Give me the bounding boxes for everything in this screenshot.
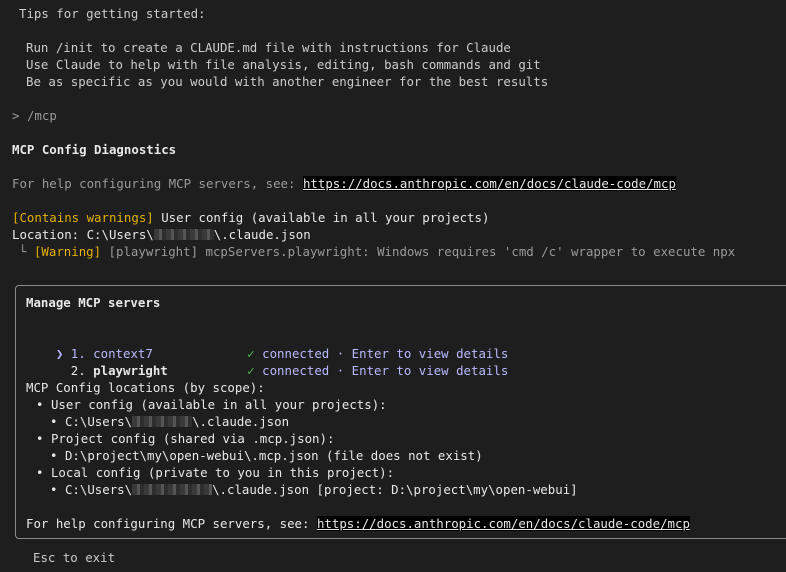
location-suffix: \.claude.json xyxy=(213,227,311,242)
scope-user-label: • User config (available in all your pro… xyxy=(36,396,387,413)
redacted-username xyxy=(153,229,214,240)
diagnostics-help-text: For help configuring MCP servers, see: xyxy=(12,176,303,191)
locations-heading: MCP Config locations (by scope): xyxy=(26,380,265,395)
path-suffix: \.claude.json xyxy=(192,414,290,429)
diagnostics-help-line: For help configuring MCP servers, see: h… xyxy=(12,175,676,192)
check-icon: ✓ xyxy=(247,363,255,378)
scope-user-path: • C:\Users\ \.claude.json xyxy=(50,413,289,430)
scope-local-path: • C:\Users\ \.claude.json [project: D:\pr… xyxy=(50,481,578,498)
server-item-context7[interactable]: ❯ 1. context7 ✓ connected · Enter to view… xyxy=(26,328,508,361)
scope-label: Project config (shared via .mcp.json): xyxy=(50,431,335,446)
separator: · xyxy=(336,363,345,378)
tree-branch-icon: └ xyxy=(19,244,27,259)
prompt-chevron-icon: > xyxy=(12,108,20,123)
warning-item-text: [playwright] mcpServers.playwright: Wind… xyxy=(101,244,736,259)
path-prefix: C:\Users\ xyxy=(64,414,133,429)
scope-label: User config (available in all your proje… xyxy=(50,397,387,412)
location-line: Location: C:\Users\ \.claude.json xyxy=(12,226,311,243)
diagnostics-title: MCP Config Diagnostics xyxy=(12,142,177,157)
server-item-playwright[interactable]: 2. playwright ✓ connected · Enter to view… xyxy=(26,345,509,378)
diagnostics-help-link[interactable]: https://docs.anthropic.com/en/docs/claud… xyxy=(302,176,676,191)
server-index: 2. xyxy=(70,363,86,378)
redacted-username xyxy=(132,416,193,427)
panel-help-line: For help configuring MCP servers, see: h… xyxy=(26,515,690,532)
scope-local-label: • Local config (private to you in this p… xyxy=(36,464,394,481)
manage-mcp-panel: Manage MCP servers ❯ 1. context7 ✓ connec… xyxy=(15,285,786,539)
bullet-icon: • xyxy=(36,465,44,480)
redacted-username xyxy=(132,484,213,495)
panel-title: Manage MCP servers xyxy=(26,295,161,310)
warning-badge: [Warning] xyxy=(33,244,102,259)
path-suffix: \.claude.json [project: D:\project\my\op… xyxy=(212,482,578,497)
selection-pointer-icon xyxy=(56,363,63,378)
scope-label: Local config (private to you in this pro… xyxy=(50,465,395,480)
esc-hint: Esc to exit xyxy=(33,550,116,565)
tip-item: Use Claude to help with file analysis, e… xyxy=(26,57,541,72)
scope-project-label: • Project config (shared via .mcp.json): xyxy=(36,430,334,447)
tip-item: Run /init to create a CLAUDE.md file wit… xyxy=(26,40,511,55)
tips-heading: Tips for getting started: xyxy=(19,6,206,21)
server-action-hint: Enter to view details xyxy=(351,363,509,378)
panel-help-link[interactable]: https://docs.anthropic.com/en/docs/claud… xyxy=(316,516,690,531)
prompt-line: > /mcp xyxy=(12,107,57,124)
path: D:\project\my\open-webui\.mcp.json (file… xyxy=(64,448,483,463)
bullet-icon: • xyxy=(50,482,58,497)
bullet-icon: • xyxy=(36,397,44,412)
location-prefix: Location: C:\Users\ xyxy=(12,227,154,242)
warning-line: [Contains warnings] User config (availab… xyxy=(12,209,489,226)
bullet-icon: • xyxy=(36,431,44,446)
warning-scope: User config (available in all your proje… xyxy=(153,210,490,225)
bullet-icon: • xyxy=(50,448,58,463)
scope-project-path: • D:\project\my\open-webui\.mcp.json (fi… xyxy=(50,447,483,464)
server-status: connected xyxy=(262,363,330,378)
path-prefix: C:\Users\ xyxy=(64,482,133,497)
prompt-command: /mcp xyxy=(26,108,57,123)
panel-help-text: For help configuring MCP servers, see: xyxy=(26,516,317,531)
warning-item-line: └ [Warning] [playwright] mcpServers.play… xyxy=(19,243,735,260)
bullet-icon: • xyxy=(50,414,58,429)
server-name: playwright xyxy=(93,363,168,378)
contains-warnings-badge: [Contains warnings] xyxy=(12,210,154,225)
tip-item: Be as specific as you would with another… xyxy=(26,74,549,89)
